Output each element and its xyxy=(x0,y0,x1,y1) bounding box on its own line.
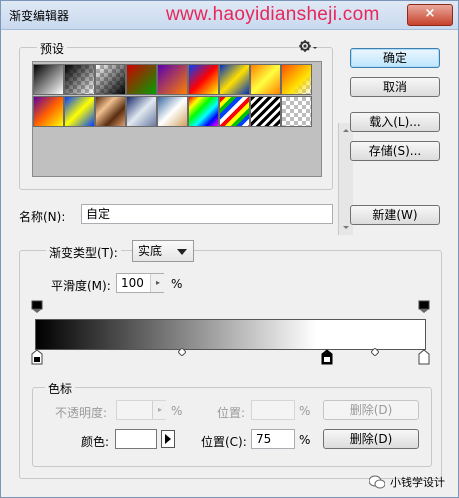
presets-label: 预设 xyxy=(37,40,68,57)
midpoint-diamond-right[interactable] xyxy=(371,348,379,356)
preset-swatch[interactable] xyxy=(33,96,64,127)
preset-swatch-grid xyxy=(32,61,353,235)
opacity-location-unit: % xyxy=(299,404,311,418)
opacity-stop-left[interactable] xyxy=(31,300,43,314)
preset-swatch[interactable] xyxy=(250,96,281,127)
title-bar: 渐变编辑器 www.haoyidiansheji.com × xyxy=(1,1,458,30)
preset-swatch[interactable] xyxy=(126,96,157,127)
preset-swatch[interactable] xyxy=(219,64,250,95)
gradient-preview-bar[interactable] xyxy=(35,319,426,350)
close-button[interactable]: × xyxy=(407,4,453,26)
wechat-icon xyxy=(369,475,385,489)
gradient-type-select[interactable]: 实底 xyxy=(132,240,194,262)
delete-opacity-stop-button: 删除(D) xyxy=(323,400,419,420)
color-label: 颜色: xyxy=(81,435,110,449)
smoothness-value: 100 xyxy=(121,276,144,290)
preset-swatch[interactable] xyxy=(95,96,126,127)
chevron-right-icon: ▸ xyxy=(157,405,162,414)
location-input[interactable]: 75 xyxy=(251,429,295,449)
color-stop-selected[interactable] xyxy=(321,349,333,365)
color-stops-group xyxy=(32,387,432,467)
name-input[interactable]: 自定 xyxy=(81,204,333,224)
triangle-right-icon xyxy=(165,434,171,444)
load-button[interactable]: 载入(L)... xyxy=(350,112,440,132)
preset-swatch[interactable] xyxy=(219,96,250,127)
chevron-down-icon xyxy=(177,249,187,255)
gradient-type-value: 实底 xyxy=(138,244,163,258)
location-label: 位置(C): xyxy=(201,435,247,449)
gear-icon xyxy=(299,40,317,52)
preset-swatch[interactable] xyxy=(33,64,64,95)
preset-swatch[interactable] xyxy=(188,64,219,95)
location-unit: % xyxy=(299,433,311,447)
smoothness-unit: % xyxy=(171,277,183,291)
chevron-right-icon: ▸ xyxy=(155,278,160,287)
color-stops-label: 色标 xyxy=(45,380,76,397)
preset-swatch[interactable] xyxy=(64,96,95,127)
opacity-stop-right[interactable] xyxy=(418,300,430,314)
color-options-button[interactable] xyxy=(161,430,175,448)
ok-button[interactable]: 确定 xyxy=(350,48,440,68)
preset-swatch[interactable] xyxy=(157,64,188,95)
delete-color-stop-button[interactable]: 删除(D) xyxy=(323,429,419,449)
close-icon: × xyxy=(424,6,436,21)
preset-swatch[interactable] xyxy=(281,64,312,95)
brand-name: 小钱学设计 xyxy=(390,476,445,489)
presets-menu-button[interactable] xyxy=(298,39,318,53)
smoothness-stepper[interactable]: ▸ xyxy=(150,274,165,292)
preset-swatch[interactable] xyxy=(157,96,188,127)
smoothness-input[interactable]: 100 ▸ xyxy=(116,273,165,293)
save-button[interactable]: 存储(S)... xyxy=(350,141,440,161)
color-stop-black[interactable] xyxy=(31,349,43,365)
stop-color-swatch[interactable] xyxy=(115,429,157,449)
opacity-label: 不透明度: xyxy=(55,406,108,420)
name-label: 名称(N): xyxy=(19,210,66,224)
preset-swatch[interactable] xyxy=(95,64,126,95)
preset-swatch[interactable] xyxy=(250,64,281,95)
window-title: 渐变编辑器 xyxy=(9,9,70,23)
preset-swatch[interactable] xyxy=(126,64,157,95)
opacity-location-label: 位置: xyxy=(217,406,246,420)
new-button[interactable]: 新建(W) xyxy=(350,205,440,225)
preset-swatch[interactable] xyxy=(188,96,219,127)
preset-swatch[interactable] xyxy=(281,96,312,127)
midpoint-diamond-left[interactable] xyxy=(178,348,186,356)
footer-brand: 小钱学设计 xyxy=(369,471,445,493)
opacity-unit: % xyxy=(171,404,183,418)
color-stop-white[interactable] xyxy=(418,349,430,365)
smoothness-label: 平滑度(M): xyxy=(51,279,111,293)
gradient-editor-window: 渐变编辑器 www.haoyidiansheji.com × 预设 确定 取消 … xyxy=(0,0,459,498)
gradient-type-label: 渐变类型(T): xyxy=(46,244,121,261)
opacity-input: ▸ xyxy=(116,400,167,420)
cancel-button[interactable]: 取消 xyxy=(350,77,440,97)
opacity-stepper: ▸ xyxy=(152,401,167,419)
opacity-location-input xyxy=(251,400,295,420)
preset-swatch[interactable] xyxy=(64,64,95,95)
watermark-url: www.haoyidiansheji.com xyxy=(166,4,380,25)
